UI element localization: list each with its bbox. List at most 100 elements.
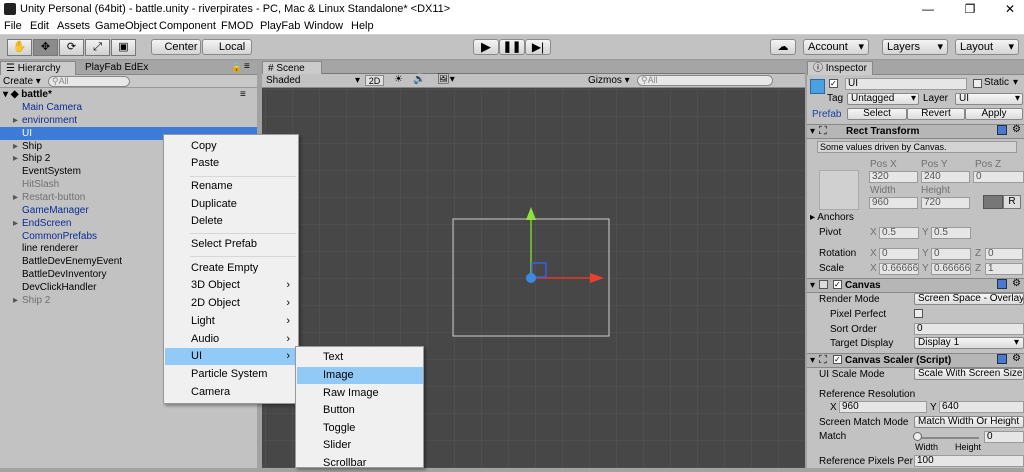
hierarchy-search-input[interactable]: ⚲All — [48, 76, 130, 87]
rect-tool-button[interactable]: ▣ — [111, 39, 136, 56]
component-settings-icon[interactable]: ⚙ — [1012, 353, 1021, 364]
object-name-input[interactable]: UI — [845, 78, 967, 90]
step-button[interactable]: ▶| — [525, 39, 551, 55]
match-slider-track[interactable] — [917, 437, 979, 439]
pos-y-field[interactable]: 240 — [921, 171, 970, 183]
blueprint-mode-button[interactable] — [983, 195, 1003, 209]
menu-window[interactable]: Window — [304, 20, 343, 32]
tab-playfab-edex[interactable]: PlayFab EdEx — [80, 61, 153, 75]
submenu-item-text[interactable]: Text — [297, 349, 423, 366]
scale-z-field[interactable]: 1 — [985, 263, 1023, 275]
layout-dropdown[interactable]: Layout ▾ — [955, 39, 1019, 55]
move-tool-button[interactable]: ✥ — [33, 39, 58, 56]
ui-scale-mode-dropdown[interactable]: Scale With Screen Size — [914, 368, 1024, 380]
prefab-revert-button[interactable]: Revert — [907, 108, 965, 120]
menu-file[interactable]: File — [4, 20, 22, 32]
menu-item-paste[interactable]: Paste — [165, 155, 298, 172]
tab-hierarchy[interactable]: ☰ Hierarchy — [0, 61, 76, 75]
render-mode-dropdown[interactable]: Screen Space - Overlay — [914, 293, 1024, 305]
screen-match-mode-dropdown[interactable]: Match Width Or Height — [914, 416, 1024, 428]
layer-dropdown[interactable]: UI ▾ — [955, 93, 1023, 105]
menu-playfab[interactable]: PlayFab — [260, 20, 300, 32]
submenu-item-raw-image[interactable]: Raw Image — [297, 385, 423, 402]
prefab-select-button[interactable]: Select — [847, 108, 907, 120]
pause-button[interactable]: ❚❚ — [499, 39, 525, 55]
lock-icon[interactable]: 🔒 — [231, 62, 242, 73]
layers-dropdown[interactable]: Layers ▾ — [882, 39, 948, 55]
create-dropdown[interactable]: Create ▾ — [3, 75, 41, 88]
menu-help[interactable]: Help — [351, 20, 374, 32]
help-book-icon[interactable] — [997, 279, 1007, 289]
pivot-handle[interactable] — [526, 273, 536, 283]
scale-x-field[interactable]: 0.66666 — [879, 263, 919, 275]
panel-menu-icon[interactable]: ≡ — [244, 61, 250, 72]
rotate-tool-button[interactable]: ⟳ — [59, 39, 84, 56]
cloud-button[interactable]: ☁ — [770, 39, 796, 55]
expand-arrow-icon[interactable]: ▾ — [810, 355, 815, 366]
target-display-dropdown[interactable]: Display 1 ▾ — [914, 337, 1024, 349]
tab-scene[interactable]: # Scene — [262, 61, 322, 75]
rot-z-field[interactable]: 0 — [985, 248, 1023, 260]
component-settings-icon[interactable]: ⚙ — [1012, 278, 1021, 289]
expand-arrow-icon[interactable]: ▸ — [13, 294, 18, 307]
expand-arrow-icon[interactable]: ▾ — [810, 126, 815, 137]
raw-edit-button[interactable]: R — [1003, 195, 1021, 209]
menu-item-create-empty[interactable]: Create Empty — [165, 260, 298, 277]
pivot-x-field[interactable]: 0.5 — [879, 227, 919, 239]
menu-component[interactable]: Component — [159, 20, 216, 32]
expand-arrow-icon[interactable]: ▾ — [810, 280, 815, 291]
ref-y-field[interactable]: 640 — [939, 401, 1024, 413]
reference-pixels-field[interactable]: 100 — [914, 455, 1024, 467]
audio-icon[interactable]: 🔊 — [413, 74, 425, 85]
menu-edit[interactable]: Edit — [30, 20, 49, 32]
static-dropdown-arrow-icon[interactable]: ▾ — [1013, 77, 1018, 88]
submenu-item-toggle[interactable]: Toggle — [297, 420, 423, 437]
canvas-scaler-enabled-checkbox[interactable]: ✓ — [833, 355, 842, 364]
menu-item-light[interactable]: Light › — [165, 313, 298, 330]
ref-x-field[interactable]: 960 — [839, 401, 927, 413]
play-button[interactable]: ▶ — [473, 39, 499, 55]
height-field[interactable]: 720 — [921, 197, 970, 209]
scene-menu-icon[interactable]: ≡ — [240, 88, 246, 101]
menu-item-delete[interactable]: Delete — [165, 213, 298, 230]
tab-inspector[interactable]: ⓘ Inspector — [807, 61, 873, 75]
expand-arrow-icon[interactable]: ▸ — [13, 114, 18, 127]
hierarchy-item[interactable]: Main Camera — [0, 101, 257, 114]
active-checkbox[interactable]: ✓ — [829, 79, 838, 88]
menu-gameobject[interactable]: GameObject — [95, 20, 157, 32]
menu-item-duplicate[interactable]: Duplicate — [165, 196, 298, 213]
scale-tool-button[interactable]: ⤢ — [85, 39, 110, 56]
component-settings-icon[interactable]: ⚙ — [1012, 124, 1021, 135]
help-book-icon[interactable] — [997, 354, 1007, 364]
menu-item-2d-object[interactable]: 2D Object › — [165, 295, 298, 312]
scale-y-field[interactable]: 0.66666 — [931, 263, 971, 275]
submenu-item-image[interactable]: Image — [297, 367, 423, 384]
anchors-foldout[interactable]: ▸ Anchors — [810, 212, 854, 223]
rot-y-field[interactable]: 0 — [931, 248, 971, 260]
width-field[interactable]: 960 — [869, 197, 918, 209]
hierarchy-item[interactable]: ▸ environment — [0, 114, 257, 127]
expand-arrow-icon[interactable]: ▸ — [13, 191, 18, 204]
menu-item-camera[interactable]: Camera — [165, 384, 298, 401]
menu-item-3d-object[interactable]: 3D Object › — [165, 277, 298, 294]
pivot-y-field[interactable]: 0.5 — [931, 227, 971, 239]
close-button[interactable]: ✕ — [990, 0, 1024, 18]
submenu-item-button[interactable]: Button — [297, 402, 423, 419]
canvas-enabled-checkbox[interactable]: ✓ — [833, 280, 842, 289]
tag-dropdown[interactable]: Untagged ▾ — [847, 93, 919, 105]
pos-x-field[interactable]: 320 — [869, 171, 918, 183]
expand-arrow-icon[interactable]: ▸ — [13, 140, 18, 153]
account-dropdown[interactable]: Account ▾ — [803, 39, 869, 55]
minimize-button[interactable]: — — [908, 0, 948, 18]
expand-arrow-icon[interactable]: ▸ — [13, 217, 18, 230]
shading-dropdown[interactable]: Shaded ▾ — [266, 75, 360, 87]
submenu-item-slider[interactable]: Slider — [297, 437, 423, 454]
hand-tool-button[interactable]: ✋ — [7, 39, 32, 56]
match-field[interactable]: 0 — [984, 431, 1024, 443]
static-checkbox[interactable] — [973, 79, 982, 88]
menu-item-rename[interactable]: Rename — [165, 178, 298, 195]
pos-z-field[interactable]: 0 — [973, 171, 1024, 183]
2d-toggle-button[interactable]: 2D — [365, 75, 384, 86]
pixel-perfect-checkbox[interactable] — [914, 309, 923, 318]
scene-root-row[interactable]: ▾ ◆ battle* ≡ — [0, 88, 257, 101]
